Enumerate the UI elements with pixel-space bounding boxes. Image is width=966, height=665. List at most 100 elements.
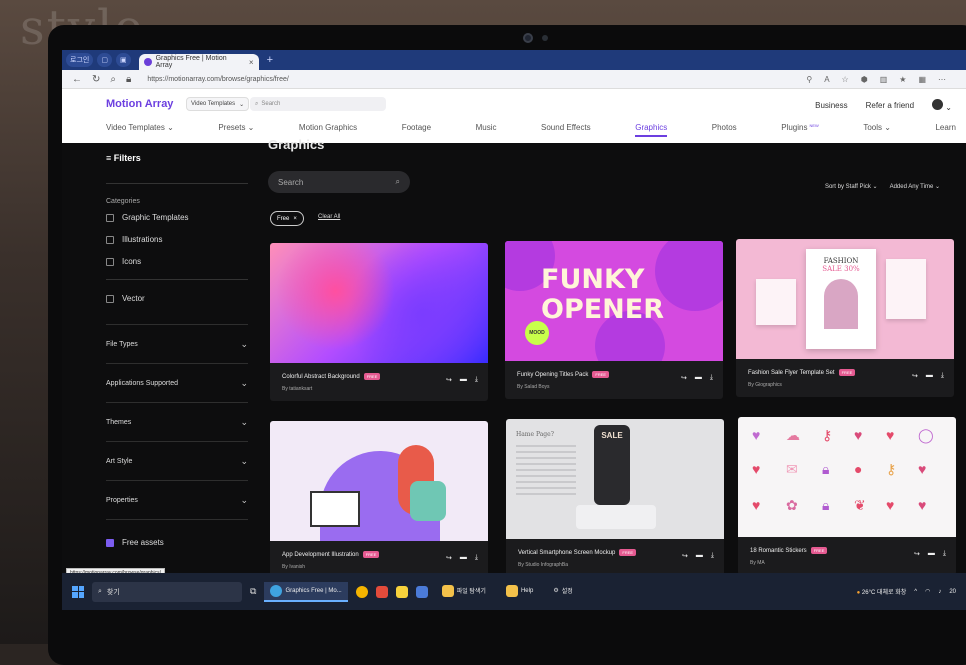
more-icon[interactable]: ⋯ [938, 75, 946, 84]
back-icon[interactable]: ← [72, 74, 82, 85]
windows-start-icon[interactable] [72, 586, 84, 598]
download-icon[interactable]: ⤓ [710, 374, 713, 382]
folder-icon[interactable]: ▬ [460, 554, 467, 562]
filter-graphic-templates[interactable]: Graphic Templates [106, 213, 248, 222]
share-icon[interactable]: ↪ [912, 372, 918, 380]
card-author[interactable]: By Studio InfographBa [518, 562, 568, 568]
content-type-select[interactable]: Video Templates ⌄ [186, 97, 249, 111]
folder-icon[interactable]: ▬ [460, 376, 467, 384]
card-author[interactable]: By Giographics [748, 382, 782, 388]
folder-icon[interactable]: ▬ [696, 552, 703, 560]
volume-icon[interactable]: ♪ [938, 589, 941, 595]
taskbar-search-input[interactable]: ⌕ 찾기 [92, 582, 242, 602]
asset-card[interactable]: Colorful Abstract BackgroundFREE By tati… [270, 243, 488, 401]
nav-plugins[interactable]: PluginsNEW [781, 123, 819, 137]
asset-card[interactable]: Hame Page? SALE Vertical Smartphone Scre… [506, 419, 724, 577]
url-field[interactable]: https://motionarray.com/browse/graphics/… [147, 76, 288, 83]
clock-year[interactable]: 20 [949, 589, 956, 595]
nav-video-templates[interactable]: Video Templates ⌄ [106, 123, 174, 137]
store-icon[interactable] [416, 586, 428, 598]
favorites-bar-icon[interactable]: ★ [899, 75, 906, 84]
checkbox-checked[interactable] [106, 539, 114, 547]
date-dropdown[interactable]: Added Any Time ⌄ [890, 183, 940, 190]
nav-graphics[interactable]: Graphics [635, 123, 667, 137]
folder-icon[interactable]: ▬ [695, 374, 702, 382]
workspaces-icon[interactable]: ▢ [97, 53, 112, 67]
nav-music[interactable]: Music [476, 123, 497, 137]
motion-array-logo[interactable]: Motion Array [106, 98, 173, 110]
refer-friend-link[interactable]: Refer a friend [866, 101, 914, 110]
zoom-icon[interactable]: ⚲ [806, 75, 812, 84]
accordion-properties[interactable]: Properties⌄ [106, 480, 248, 519]
kakaotalk-icon[interactable] [396, 586, 408, 598]
chevron-up-icon[interactable]: ^ [914, 589, 917, 595]
nav-presets[interactable]: Presets ⌄ [218, 123, 254, 137]
filter-icons[interactable]: Icons [106, 257, 248, 266]
taskbar-help[interactable]: Help [500, 582, 539, 602]
new-tab-icon[interactable]: + [267, 54, 273, 66]
header-search-input[interactable]: ⌕ Search [250, 97, 386, 111]
nav-tools[interactable]: Tools ⌄ [863, 123, 891, 137]
card-author[interactable]: By tatianksart [282, 386, 312, 392]
share-icon[interactable]: ↪ [681, 374, 687, 382]
share-icon[interactable]: ↪ [914, 550, 920, 558]
card-author[interactable]: By Salad Boys [517, 384, 550, 390]
sort-dropdown[interactable]: Sort by Staff Pick ⌄ [825, 183, 878, 190]
favorite-icon[interactable]: ☆ [842, 75, 849, 84]
app-icon[interactable] [376, 586, 388, 598]
asset-card[interactable]: FUNKYOPENER MOOD Funky Opening Titles Pa… [505, 241, 723, 399]
asset-card[interactable]: App Development IllustrationFREE By Ivan… [270, 421, 488, 579]
nav-sound-effects[interactable]: Sound Effects [541, 123, 591, 137]
download-icon[interactable]: ⤓ [475, 376, 478, 384]
filter-free-assets[interactable]: Free assets [106, 519, 248, 547]
wifi-icon[interactable]: ◠ [925, 588, 930, 595]
tab-graphics-free[interactable]: Graphics Free | Motion Array × [139, 54, 259, 70]
accordion-file-types[interactable]: File Types⌄ [106, 324, 248, 363]
accordion-applications-supported[interactable]: Applications Supported⌄ [106, 363, 248, 402]
share-icon[interactable]: ↪ [446, 554, 452, 562]
extension-icon[interactable]: ⬢ [861, 75, 868, 84]
asset-card[interactable]: ♥ ☁ ⚷ ♥ ♥ ◯ ♥ ✉ 🔒︎ ● ⚷ ♥ ♥ ✿ 🔒︎ ❦ ♥ [738, 417, 956, 575]
nav-photos[interactable]: Photos [712, 123, 737, 137]
filter-illustrations[interactable]: Illustrations [106, 235, 248, 244]
business-link[interactable]: Business [815, 101, 847, 110]
accordion-art-style[interactable]: Art Style⌄ [106, 441, 248, 480]
close-icon[interactable]: × [293, 216, 297, 222]
clear-all-link[interactable]: Clear All [318, 214, 340, 220]
folder-icon[interactable]: ▬ [926, 372, 933, 380]
search-icon[interactable]: ⌕ [110, 74, 116, 85]
chrome-icon[interactable] [356, 586, 368, 598]
split-screen-icon[interactable]: ▥ [880, 75, 888, 84]
close-tab-icon[interactable]: × [249, 58, 254, 67]
download-icon[interactable]: ⤓ [475, 554, 478, 562]
card-author[interactable]: By MA [750, 560, 765, 566]
graphics-search-input[interactable]: Search ⌕ [268, 171, 410, 193]
nav-footage[interactable]: Footage [402, 123, 431, 137]
checkbox[interactable] [106, 214, 114, 222]
share-icon[interactable]: ↪ [682, 552, 688, 560]
card-author[interactable]: By Ivanish [282, 564, 305, 570]
download-icon[interactable]: ⤓ [943, 550, 946, 558]
folder-icon[interactable]: ▬ [928, 550, 935, 558]
weather-widget[interactable]: ● 26°C 대체로 화창 [857, 587, 907, 596]
share-icon[interactable]: ↪ [446, 376, 452, 384]
nav-motion-graphics[interactable]: Motion Graphics [299, 123, 357, 137]
filter-chip-free[interactable]: Free × [270, 211, 304, 226]
accordion-themes[interactable]: Themes⌄ [106, 402, 248, 441]
account-menu[interactable]: ⌄ [932, 99, 952, 112]
checkbox[interactable] [106, 236, 114, 244]
tab-actions-icon[interactable]: ▣ [116, 53, 131, 67]
download-icon[interactable]: ⤓ [711, 552, 714, 560]
refresh-icon[interactable]: ↻ [92, 74, 100, 85]
checkbox[interactable] [106, 258, 114, 266]
taskbar-edge-window[interactable]: Graphics Free | Mo... [264, 582, 347, 602]
task-view-icon[interactable]: ⧉ [250, 586, 256, 597]
read-aloud-icon[interactable]: A [824, 75, 829, 84]
download-icon[interactable]: ⤓ [941, 372, 944, 380]
filter-vector[interactable]: Vector [106, 294, 248, 303]
taskbar-settings[interactable]: ⚙설정 [547, 582, 578, 602]
profile-button[interactable]: 로그인 [66, 53, 93, 67]
collections-icon[interactable]: ▦ [918, 75, 926, 84]
nav-learn[interactable]: Learn [935, 123, 955, 137]
asset-card[interactable]: FASHION SALE 30% Fashion Sale Flyer Temp… [736, 239, 954, 397]
